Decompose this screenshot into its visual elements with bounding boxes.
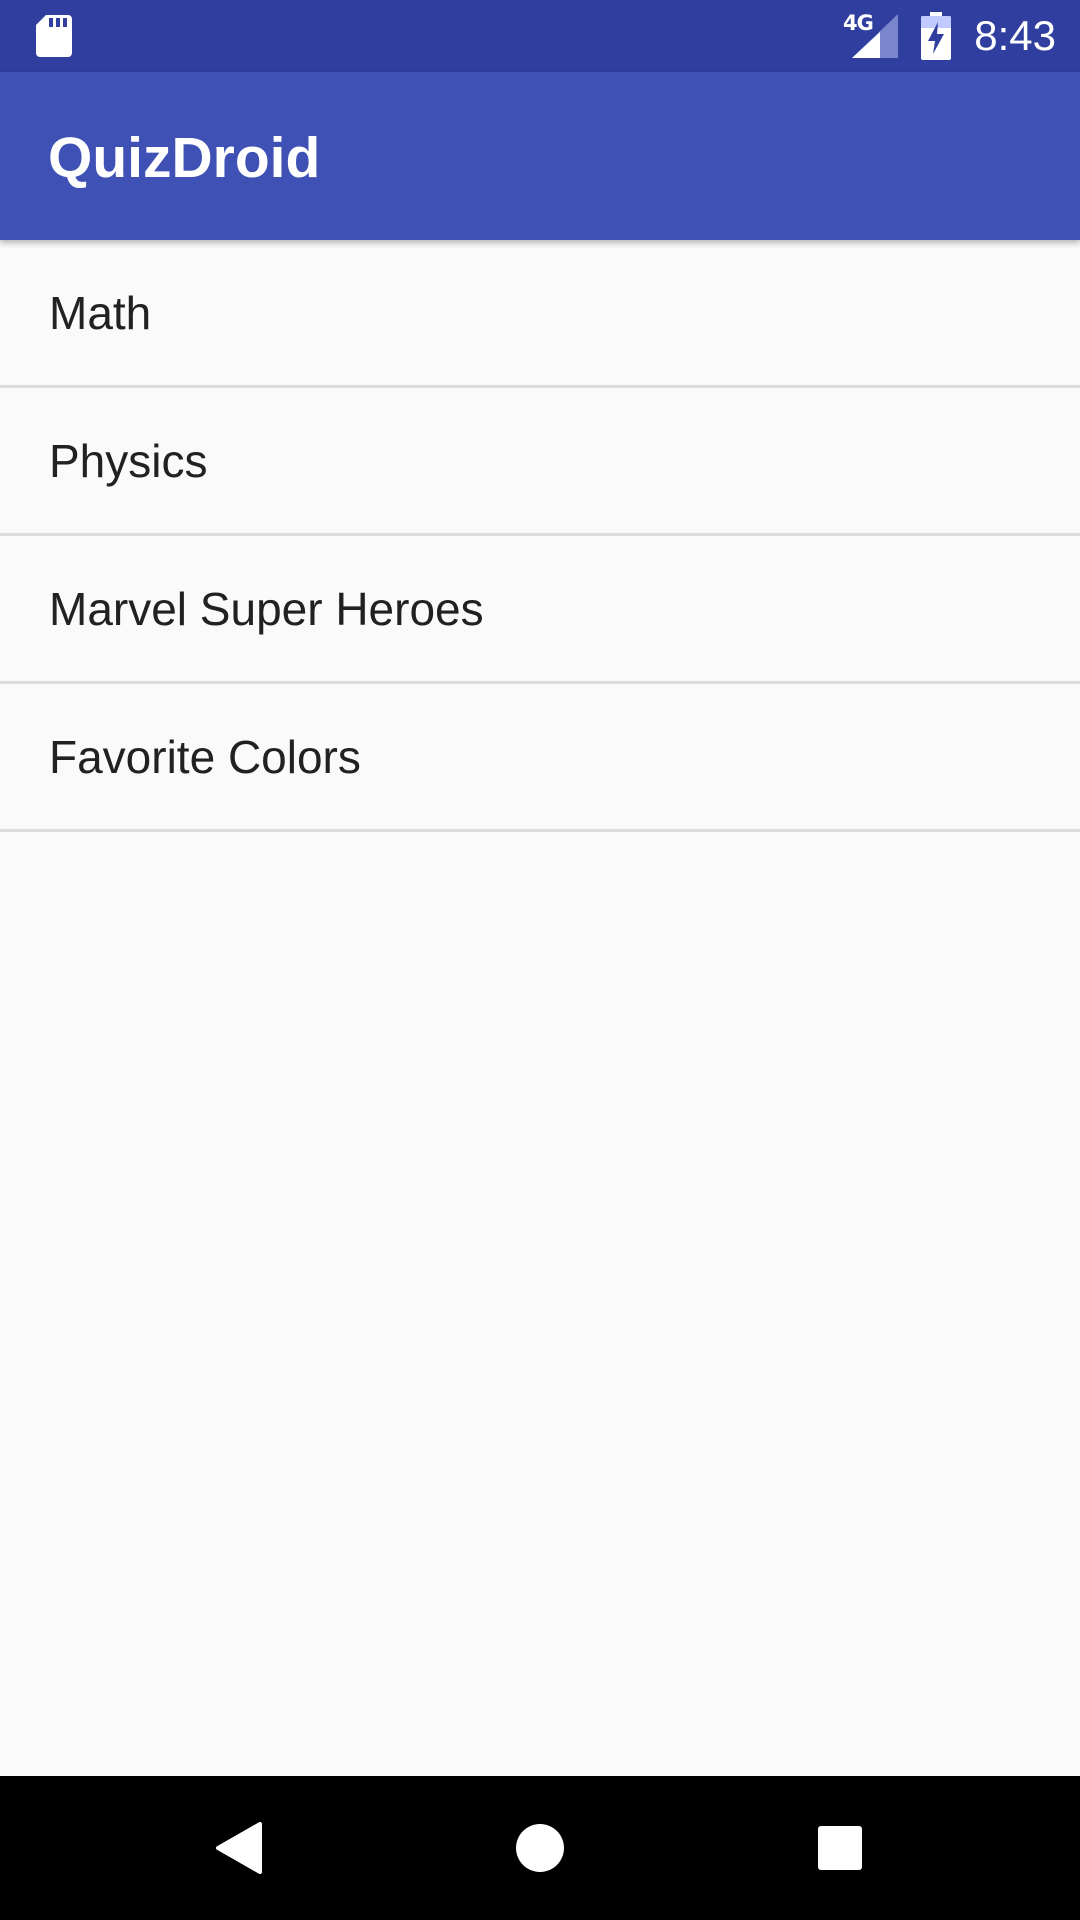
status-bar: 4G 8:43: [0, 0, 1080, 72]
sd-card-icon: [36, 15, 72, 57]
recents-icon: [818, 1826, 862, 1870]
home-icon: [516, 1824, 564, 1872]
navigation-bar: [0, 1776, 1080, 1920]
list-item-label: Physics: [49, 434, 208, 487]
app-bar: QuizDroid: [0, 72, 1080, 240]
signal-icon: [852, 14, 898, 58]
battery-charging-icon: [921, 12, 951, 60]
list-item-label: Marvel Super Heroes: [49, 582, 484, 635]
quiz-topic-list: Math Physics Marvel Super Heroes Favorit…: [0, 240, 1080, 832]
list-item-math[interactable]: Math: [0, 240, 1080, 388]
app-title: QuizDroid: [48, 126, 321, 190]
list-item-label: Favorite Colors: [49, 730, 361, 783]
status-clock: 8:43: [974, 12, 1056, 59]
home-button[interactable]: [460, 1776, 620, 1920]
screen: 4G 8:43 QuizDroid Math Physics Marvel Su…: [0, 0, 1080, 1920]
list-item-physics[interactable]: Physics: [0, 388, 1080, 536]
list-item-favorite-colors[interactable]: Favorite Colors: [0, 684, 1080, 832]
back-icon: [216, 1822, 262, 1874]
recents-button[interactable]: [760, 1776, 920, 1920]
list-item-label: Math: [49, 286, 152, 339]
back-button[interactable]: [160, 1776, 320, 1920]
list-item-marvel-super-heroes[interactable]: Marvel Super Heroes: [0, 536, 1080, 684]
